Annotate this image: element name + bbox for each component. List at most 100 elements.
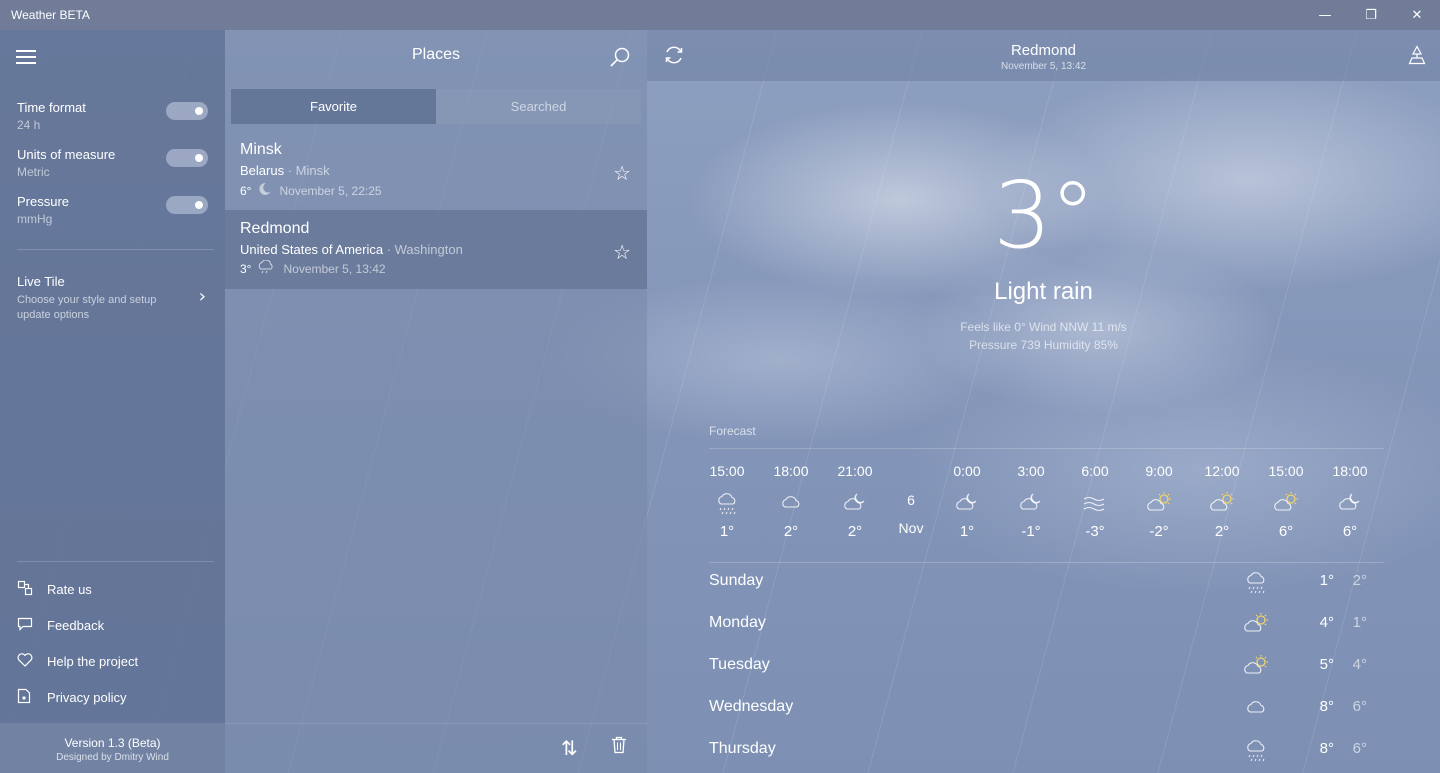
setting-pressure: Pressure mmHg <box>17 194 212 226</box>
cloud-sun-icon <box>1129 487 1189 521</box>
main-header: Redmond November 5, 13:42 <box>647 30 1440 81</box>
place-datetime: November 5, 13:42 <box>283 261 386 276</box>
daily-row[interactable]: Thursday 8° 6° <box>709 736 1379 766</box>
hourly-item: 18:00 2° <box>761 463 821 540</box>
sort-icon[interactable]: ⇅ <box>561 736 578 760</box>
hourly-item: 3:00 -1° <box>1001 463 1061 540</box>
heart-icon <box>17 652 47 670</box>
time-format-toggle[interactable] <box>166 102 208 120</box>
place-weather-row: 3° November 5, 13:42 <box>240 259 632 277</box>
header-city: Redmond <box>1010 42 1077 59</box>
hourly-temp: 2° <box>1214 523 1230 540</box>
cloud-sun-icon <box>1241 654 1271 680</box>
moon-icon <box>256 181 272 200</box>
units-toggle[interactable] <box>166 149 208 167</box>
hourly-time: 15:00 <box>1268 463 1304 479</box>
cloud-sun-icon <box>1256 487 1316 521</box>
daily-low: 2° <box>1352 572 1367 589</box>
place-region: United States of America · Washington <box>240 242 463 257</box>
feedback-icon <box>17 617 47 634</box>
rain-icon <box>1241 570 1271 596</box>
place-state: Washington <box>394 242 463 257</box>
close-button[interactable]: ✕ <box>1394 0 1440 30</box>
live-tile-option[interactable]: Live Tile Choose your style and setup up… <box>17 274 212 323</box>
place-state: Minsk <box>295 163 330 178</box>
hourly-temp: 6° <box>1342 523 1358 540</box>
daily-high: 8° <box>1319 740 1334 757</box>
hourly-item: 6:00 -3° <box>1065 463 1125 540</box>
hamburger-menu-icon[interactable] <box>16 50 36 64</box>
feedback-link[interactable]: Feedback <box>17 615 104 635</box>
tab-favorite[interactable]: Favorite <box>231 89 436 124</box>
places-pane: Places Favorite Searched Minsk Belarus ·… <box>225 30 647 773</box>
privacy-policy-link[interactable]: Privacy policy <box>17 687 126 707</box>
daily-row[interactable]: Monday 4° 1° <box>709 610 1379 640</box>
setting-value: Metric <box>17 165 50 179</box>
current-details: Feels like 0° Wind NNW 11 m/s Pressure 7… <box>647 318 1440 354</box>
divider <box>17 561 214 562</box>
place-city: Minsk <box>240 141 282 158</box>
hourly-temp: -1° <box>1021 523 1041 540</box>
pin-icon[interactable] <box>1408 45 1426 65</box>
rate-us-link[interactable]: Rate us <box>17 579 92 599</box>
daily-low: 6° <box>1352 698 1367 715</box>
help-project-link[interactable]: Help the project <box>17 651 138 671</box>
current-temperature: 3° <box>993 162 1096 269</box>
hourly-time: 3:00 <box>1017 463 1045 479</box>
daily-low: 6° <box>1352 740 1367 757</box>
daily-row[interactable]: Sunday 1° 2° <box>709 568 1379 598</box>
live-tile-description: Choose your style and setup update optio… <box>17 294 157 321</box>
daily-day: Wednesday <box>709 698 794 715</box>
daily-row[interactable]: Tuesday 5° 4° <box>709 652 1379 682</box>
menu-label: Help the project <box>47 653 139 669</box>
privacy-icon <box>17 688 47 707</box>
designer-text: Designed by Dmitry Wind <box>56 752 169 763</box>
place-item-redmond[interactable]: Redmond United States of America · Washi… <box>225 210 647 289</box>
cloud-sun-icon <box>1241 612 1271 638</box>
menu-label: Rate us <box>47 581 92 597</box>
search-icon[interactable] <box>609 46 631 68</box>
version-info: Version 1.3 (Beta) Designed by Dmitry Wi… <box>0 723 225 773</box>
day-marker-month: Nov <box>898 520 924 536</box>
place-region: Belarus · Minsk <box>240 163 330 178</box>
hourly-temp: 1° <box>959 523 975 540</box>
rate-icon <box>17 580 47 599</box>
daily-day: Monday <box>709 614 766 631</box>
place-country: Belarus <box>240 163 285 178</box>
hourly-temp: 1° <box>719 523 735 540</box>
pressure-toggle[interactable] <box>166 196 208 214</box>
current-condition: Light rain <box>994 278 1093 305</box>
places-footer: ⇅ <box>225 723 647 773</box>
rain-cloud-icon <box>256 259 276 277</box>
maximize-button[interactable]: ❐ <box>1348 0 1394 30</box>
hourly-time: 18:00 <box>1332 463 1368 479</box>
hourly-item: 9:00 -2° <box>1129 463 1189 540</box>
app-title: Weather BETA <box>11 8 90 22</box>
place-datetime: November 5, 22:25 <box>279 183 382 198</box>
daily-row[interactable]: Wednesday 8° 6° <box>709 694 1379 724</box>
cloud-sun-icon <box>1192 487 1252 521</box>
setting-value: mmHg <box>17 212 53 226</box>
cloud-moon-icon <box>1001 487 1061 521</box>
place-temp: 3° <box>240 261 252 276</box>
hourly-item: 15:00 1° <box>697 463 757 540</box>
hourly-temp: 2° <box>847 523 863 540</box>
tab-searched[interactable]: Searched <box>436 89 641 124</box>
star-icon[interactable]: ☆ <box>613 240 631 264</box>
place-item-minsk[interactable]: Minsk Belarus · Minsk 6° November 5, 22:… <box>225 131 647 210</box>
title-bar: Weather BETA — ❐ ✕ <box>0 0 1440 30</box>
hourly-item: 0:00 1° <box>937 463 997 540</box>
place-country: United States of America <box>240 242 384 257</box>
hourly-time: 12:00 <box>1204 463 1240 479</box>
delete-icon[interactable] <box>611 736 627 759</box>
setting-time-format: Time format 24 h <box>17 100 212 132</box>
header-datetime: November 5, 13:42 <box>1000 61 1087 72</box>
daily-low: 1° <box>1352 614 1367 631</box>
cloud-icon <box>761 487 821 521</box>
hourly-item: 18:00 6° <box>1320 463 1380 540</box>
place-weather-row: 6° November 5, 22:25 <box>240 181 632 200</box>
minimize-button[interactable]: — <box>1302 0 1348 30</box>
version-text: Version 1.3 (Beta) <box>64 736 161 750</box>
star-icon[interactable]: ☆ <box>613 161 631 185</box>
menu-label: Privacy policy <box>47 689 127 705</box>
